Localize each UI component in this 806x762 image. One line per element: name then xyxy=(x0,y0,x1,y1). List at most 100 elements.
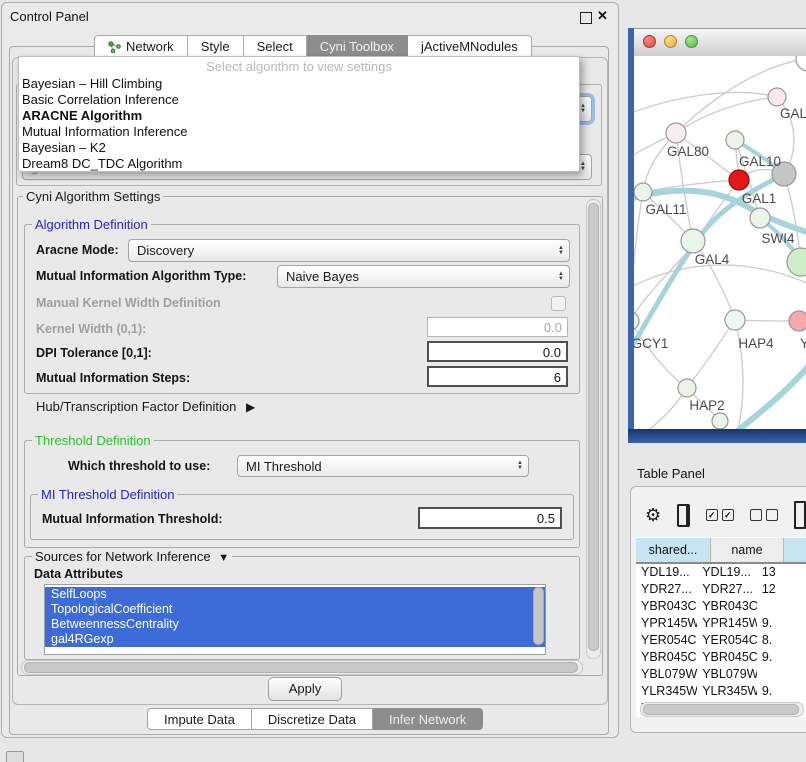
network-node-gal1[interactable] xyxy=(729,170,749,190)
bottom-tab-impute-data[interactable]: Impute Data xyxy=(147,708,252,730)
data-attributes-list[interactable]: SelfLoopsTopologicalCoefficientBetweenne… xyxy=(44,584,546,655)
dpi-tolerance-label: DPI Tolerance [0,1]: xyxy=(36,346,152,360)
deselect-all-icon[interactable] xyxy=(750,509,778,521)
kernel-width-field[interactable]: 0.0 xyxy=(427,317,568,337)
network-node-swi4[interactable] xyxy=(750,208,770,228)
dropdown-item[interactable]: Bayesian – K2 xyxy=(19,140,579,156)
aracne-mode-label: Aracne Mode: xyxy=(36,243,119,257)
node-label: SWI4 xyxy=(761,231,794,246)
zoom-traffic-light-icon[interactable] xyxy=(685,35,698,48)
table-cell: YLR345W xyxy=(636,683,697,700)
dpi-tolerance-field[interactable]: 0.0 xyxy=(427,341,568,362)
table-cell: YER054C xyxy=(697,632,757,649)
table-cell xyxy=(757,666,806,683)
network-node[interactable] xyxy=(712,413,728,429)
network-node-gcy1[interactable] xyxy=(634,312,639,330)
table-row[interactable]: YBR045CYBR045C9. xyxy=(636,649,806,666)
column-header[interactable]: A xyxy=(784,538,806,562)
dropdown-item[interactable]: Mutual Information Inference xyxy=(19,124,579,140)
table-row[interactable]: YBL079WYBL079W xyxy=(636,666,806,683)
network-edge[interactable] xyxy=(687,320,735,388)
network-canvas[interactable]: GALGAL80GAL10GAL1GAL11SWI4GAL4GCY1HAP4YH… xyxy=(634,56,806,429)
network-node-hap4[interactable] xyxy=(725,310,745,330)
table-row[interactable]: YLR345WYLR345W9. xyxy=(636,683,806,700)
network-edge[interactable] xyxy=(634,92,777,116)
network-node-y[interactable] xyxy=(789,311,806,331)
column-header[interactable]: name xyxy=(711,538,784,562)
hub-definition-toggle[interactable]: Hub/Transcription Factor Definition ▶ xyxy=(36,399,255,414)
algorithm-dropdown-hint: Select algorithm to view settings xyxy=(19,57,579,76)
tab-style[interactable]: Style xyxy=(188,35,244,58)
network-node-gal11[interactable] xyxy=(634,183,652,201)
attribute-item[interactable]: gal4RGexp xyxy=(45,632,545,647)
stepper-icon: ▲▼ xyxy=(580,162,586,172)
node-label: GAL4 xyxy=(695,252,730,267)
table-cell: YDL19... xyxy=(697,564,757,581)
column-header[interactable]: shared... xyxy=(636,538,711,562)
gear-icon[interactable]: ⚙ xyxy=(645,505,661,526)
network-node-gal10[interactable] xyxy=(726,131,744,149)
algorithm-definition-title: Algorithm Definition xyxy=(32,217,151,232)
dropdown-item[interactable]: Bayesian – Hill Climbing xyxy=(19,76,579,92)
attribute-item[interactable]: SelfLoops xyxy=(45,587,545,602)
columns-icon[interactable] xyxy=(677,504,690,527)
dropdown-item[interactable]: Basic Correlation Inference xyxy=(19,92,579,108)
table-row[interactable]: YBR043CYBR043C xyxy=(636,598,806,615)
settings-vertical-scrollbar[interactable] xyxy=(586,199,601,659)
network-node[interactable] xyxy=(796,56,806,71)
apply-button[interactable]: Apply xyxy=(268,677,342,701)
table-cell: 9. xyxy=(757,649,806,666)
settings-horizontal-scrollbar[interactable] xyxy=(21,660,583,675)
kernel-width-label: Kernel Width (0,1): xyxy=(36,322,146,336)
network-edge[interactable] xyxy=(676,97,777,133)
table-horizontal-scrollbar[interactable] xyxy=(640,702,804,717)
select-all-icon[interactable]: ✓✓ xyxy=(706,509,734,521)
network-node-gal4[interactable] xyxy=(681,229,705,253)
network-edge-highlighted[interactable] xyxy=(736,352,806,429)
data-attributes-label: Data Attributes xyxy=(34,567,123,581)
network-edge[interactable] xyxy=(634,265,806,292)
close-icon[interactable]: ✕ xyxy=(597,8,608,24)
threshold-definition-title: Threshold Definition xyxy=(32,433,154,448)
table-row[interactable]: YDL19...YDL19...13 xyxy=(636,564,806,581)
export-table-icon[interactable] xyxy=(794,501,806,529)
scrollbar-thumb[interactable] xyxy=(643,704,799,715)
mi-type-combo[interactable]: Naive Bayes ▲▼ xyxy=(277,265,570,288)
manual-kernel-checkbox[interactable] xyxy=(551,296,566,311)
mi-steps-field[interactable]: 6 xyxy=(427,366,568,387)
bottom-tab-infer-network[interactable]: Infer Network xyxy=(373,708,483,730)
which-threshold-combo[interactable]: MI Threshold ▲▼ xyxy=(237,455,529,477)
dropdown-item[interactable]: ARACNE Algorithm xyxy=(19,108,579,124)
stepper-icon: ▲▼ xyxy=(580,104,586,114)
float-window-icon[interactable] xyxy=(580,12,592,24)
network-node-hap2[interactable] xyxy=(678,379,696,397)
scrollbar-thumb[interactable] xyxy=(24,662,578,673)
close-traffic-light-icon[interactable] xyxy=(643,35,656,48)
sources-toggle[interactable]: Sources for Network Inference ▼ xyxy=(32,549,232,564)
tab-select[interactable]: Select xyxy=(244,35,307,58)
tab-cyni-toolbox[interactable]: Cyni Toolbox xyxy=(307,35,408,58)
network-node[interactable] xyxy=(787,248,806,276)
attribute-item[interactable]: TopologicalCoefficient xyxy=(45,602,545,617)
bottom-tab-discretize-data[interactable]: Discretize Data xyxy=(252,708,373,730)
attributes-scrollbar[interactable] xyxy=(533,587,544,645)
mi-threshold-field[interactable]: 0.5 xyxy=(418,507,562,529)
network-node-gal[interactable] xyxy=(768,88,786,106)
table-row[interactable]: YPR145WYPR145W9. xyxy=(636,615,806,632)
tab-jactivemnodules[interactable]: jActiveMNodules xyxy=(408,35,532,58)
aracne-mode-combo[interactable]: Discovery ▲▼ xyxy=(128,239,570,262)
network-view-titlebar[interactable] xyxy=(634,28,806,58)
minimize-traffic-light-icon[interactable] xyxy=(664,35,677,48)
network-graph: GALGAL80GAL10GAL1GAL11SWI4GAL4GCY1HAP4YH… xyxy=(634,56,806,429)
tab-network[interactable]: Network xyxy=(94,35,188,58)
table-row[interactable]: YER054CYER054C8. xyxy=(636,632,806,649)
attribute-item[interactable]: BetweennessCentrality xyxy=(45,617,545,632)
node-label: Y xyxy=(800,336,806,351)
scrollbar-thumb[interactable] xyxy=(588,203,599,651)
minimized-panel-icon[interactable] xyxy=(6,751,24,762)
cyni-algorithm-settings-title: Cyni Algorithm Settings xyxy=(23,189,163,204)
table-row[interactable]: YDR27...YDR27...12 xyxy=(636,581,806,598)
network-node-gal80[interactable] xyxy=(666,123,686,143)
dropdown-item[interactable]: Dream8 DC_TDC Algorithm xyxy=(19,156,579,172)
network-edge[interactable] xyxy=(634,192,643,321)
